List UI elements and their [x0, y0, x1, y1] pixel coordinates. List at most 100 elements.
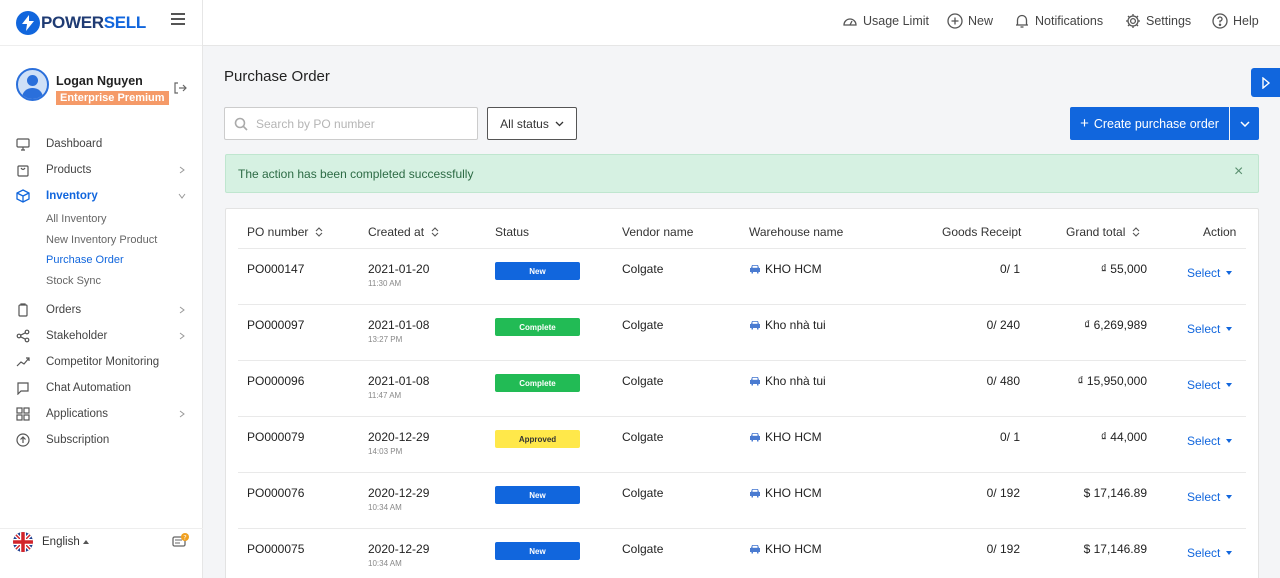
- table-row[interactable]: PO000076 2020-12-29 10:34 AM New Colgate KHO …: [238, 472, 1246, 528]
- table-row[interactable]: PO000096 2021-01-08 11:47 AM Complete Colgat…: [238, 360, 1246, 416]
- status-filter-select[interactable]: All status: [487, 107, 577, 140]
- table-row[interactable]: PO000075 2020-12-29 10:34 AM New Colgate KHO …: [238, 528, 1246, 578]
- row-action-select[interactable]: Select: [1187, 378, 1233, 392]
- sort-icon: [431, 227, 439, 237]
- create-options-dropdown-button[interactable]: [1230, 107, 1259, 140]
- caret-down-icon: [1226, 327, 1233, 331]
- support-chat-icon[interactable]: ?: [172, 532, 190, 550]
- status-badge: Complete: [495, 374, 580, 392]
- status-filter-label: All status: [500, 116, 549, 131]
- bag-icon: [17, 165, 29, 177]
- brand-name: POWERSELL: [41, 12, 146, 32]
- search-input[interactable]: [256, 116, 456, 131]
- play-icon: [1261, 76, 1270, 89]
- grand-total: ₫ 6,269,989: [1084, 318, 1147, 332]
- sidebar-subitem-all-inventory[interactable]: All Inventory: [0, 209, 203, 230]
- row-action-select[interactable]: Select: [1187, 490, 1233, 504]
- sidebar-subitem-stock-sync[interactable]: Stock Sync: [0, 271, 203, 292]
- alert-message: The action has been completed successful…: [238, 167, 474, 181]
- language-selector[interactable]: English: [42, 536, 80, 548]
- side-panel-toggle[interactable]: [1251, 68, 1280, 97]
- trend-icon: [16, 357, 30, 367]
- table-row[interactable]: PO000147 2021-01-20 11:30 AM New Colgate KHO …: [238, 248, 1246, 304]
- created-time: 10:34 AM: [368, 503, 402, 512]
- created-time: 14:03 PM: [368, 447, 403, 456]
- column-header-created-at[interactable]: Created at: [368, 225, 439, 239]
- search-box[interactable]: [224, 107, 478, 140]
- sidebar-item-orders[interactable]: Orders: [0, 297, 203, 323]
- goods-receipt: 0/ 240: [986, 318, 1020, 332]
- row-action-select[interactable]: Select: [1187, 322, 1233, 336]
- row-action-select[interactable]: Select: [1187, 546, 1233, 560]
- new-button[interactable]: New: [947, 12, 993, 30]
- table-row[interactable]: PO000079 2020-12-29 14:03 PM Approved Colgat…: [238, 416, 1246, 472]
- upload-circle-icon: [16, 433, 30, 447]
- sidebar-item-dashboard[interactable]: Dashboard: [0, 131, 203, 157]
- help-button[interactable]: Help: [1212, 12, 1259, 30]
- plus-icon: +: [1080, 115, 1089, 132]
- po-number[interactable]: PO000147: [247, 262, 304, 276]
- status-badge: Complete: [495, 318, 580, 336]
- search-icon: [234, 117, 248, 131]
- grid-icon: [16, 407, 30, 421]
- sidebar-item-inventory[interactable]: Inventory: [0, 183, 203, 209]
- car-icon: [750, 265, 760, 274]
- sidebar-item-label: Chat Automation: [46, 382, 132, 394]
- goods-receipt: 0/ 480: [986, 374, 1020, 388]
- notifications-button[interactable]: Notifications: [1014, 12, 1103, 30]
- car-icon: [750, 545, 760, 554]
- logout-icon[interactable]: [173, 81, 187, 95]
- vendor-name: Colgate: [622, 262, 664, 276]
- column-header-grand-total[interactable]: Grand total: [1066, 225, 1140, 239]
- warehouse-name: KHO HCM: [749, 486, 822, 500]
- hamburger-menu-icon[interactable]: [171, 13, 185, 25]
- created-date: 2020-12-29: [368, 542, 430, 556]
- avatar[interactable]: [16, 68, 49, 101]
- sidebar-footer: English ?: [0, 528, 203, 578]
- settings-button[interactable]: Settings: [1125, 12, 1191, 30]
- help-circle-icon: [1212, 13, 1228, 29]
- column-header-po-number[interactable]: PO number: [247, 225, 323, 239]
- sidebar-item-label: Applications: [46, 408, 109, 420]
- table-row[interactable]: PO000097 2021-01-08 13:27 PM Complete Colgat…: [238, 304, 1246, 360]
- column-header-goods-receipt: Goods Receipt: [942, 225, 1022, 239]
- column-header-warehouse: Warehouse name: [749, 225, 844, 239]
- status-badge: New: [495, 542, 580, 560]
- chevron-down-icon: [555, 121, 564, 126]
- created-time: 11:47 AM: [368, 391, 402, 400]
- sidebar-item-competitor-monitoring[interactable]: Competitor Monitoring: [0, 349, 203, 375]
- po-number[interactable]: PO000076: [247, 486, 304, 500]
- sidebar-item-stakeholder[interactable]: Stakeholder: [0, 323, 203, 349]
- sidebar-item-subscription[interactable]: Subscription: [0, 427, 203, 453]
- po-number[interactable]: PO000079: [247, 430, 304, 444]
- car-icon: [750, 433, 760, 442]
- chat-icon: [17, 382, 29, 395]
- caret-down-icon: [1226, 439, 1233, 443]
- warehouse-name: Kho nhà tui: [749, 318, 826, 332]
- sidebar-item-label: Orders: [46, 304, 82, 316]
- create-button-label: Create purchase order: [1093, 116, 1219, 131]
- chevron-down-icon: [178, 193, 186, 199]
- sidebar-subitem-new-inventory-product[interactable]: New Inventory Product: [0, 230, 203, 251]
- success-alert: The action has been completed successful…: [225, 154, 1259, 193]
- caret-up-icon: [83, 540, 89, 544]
- sidebar-item-label: Products: [46, 164, 92, 176]
- usage-limit-button[interactable]: Usage Limit: [842, 12, 929, 30]
- sidebar-item-chat-automation[interactable]: Chat Automation: [0, 375, 203, 401]
- plus-circle-icon: [947, 13, 963, 29]
- po-number[interactable]: PO000096: [247, 374, 304, 388]
- row-action-select[interactable]: Select: [1187, 434, 1233, 448]
- caret-down-icon: [1226, 551, 1233, 555]
- chevron-right-icon: [179, 306, 185, 314]
- po-number[interactable]: PO000075: [247, 542, 304, 556]
- create-purchase-order-button[interactable]: + Create purchase order: [1070, 107, 1229, 140]
- row-action-select[interactable]: Select: [1187, 266, 1233, 280]
- po-number[interactable]: PO000097: [247, 318, 304, 332]
- close-icon[interactable]: ×: [1234, 163, 1243, 181]
- sidebar-item-label: Inventory: [46, 190, 98, 202]
- purchase-order-table: PO number Created at Status Vendor name …: [225, 208, 1259, 578]
- sidebar-item-applications[interactable]: Applications: [0, 401, 203, 427]
- status-badge: New: [495, 262, 580, 280]
- sidebar-subitem-purchase-order[interactable]: Purchase Order: [0, 250, 203, 271]
- sidebar-item-products[interactable]: Products: [0, 157, 203, 183]
